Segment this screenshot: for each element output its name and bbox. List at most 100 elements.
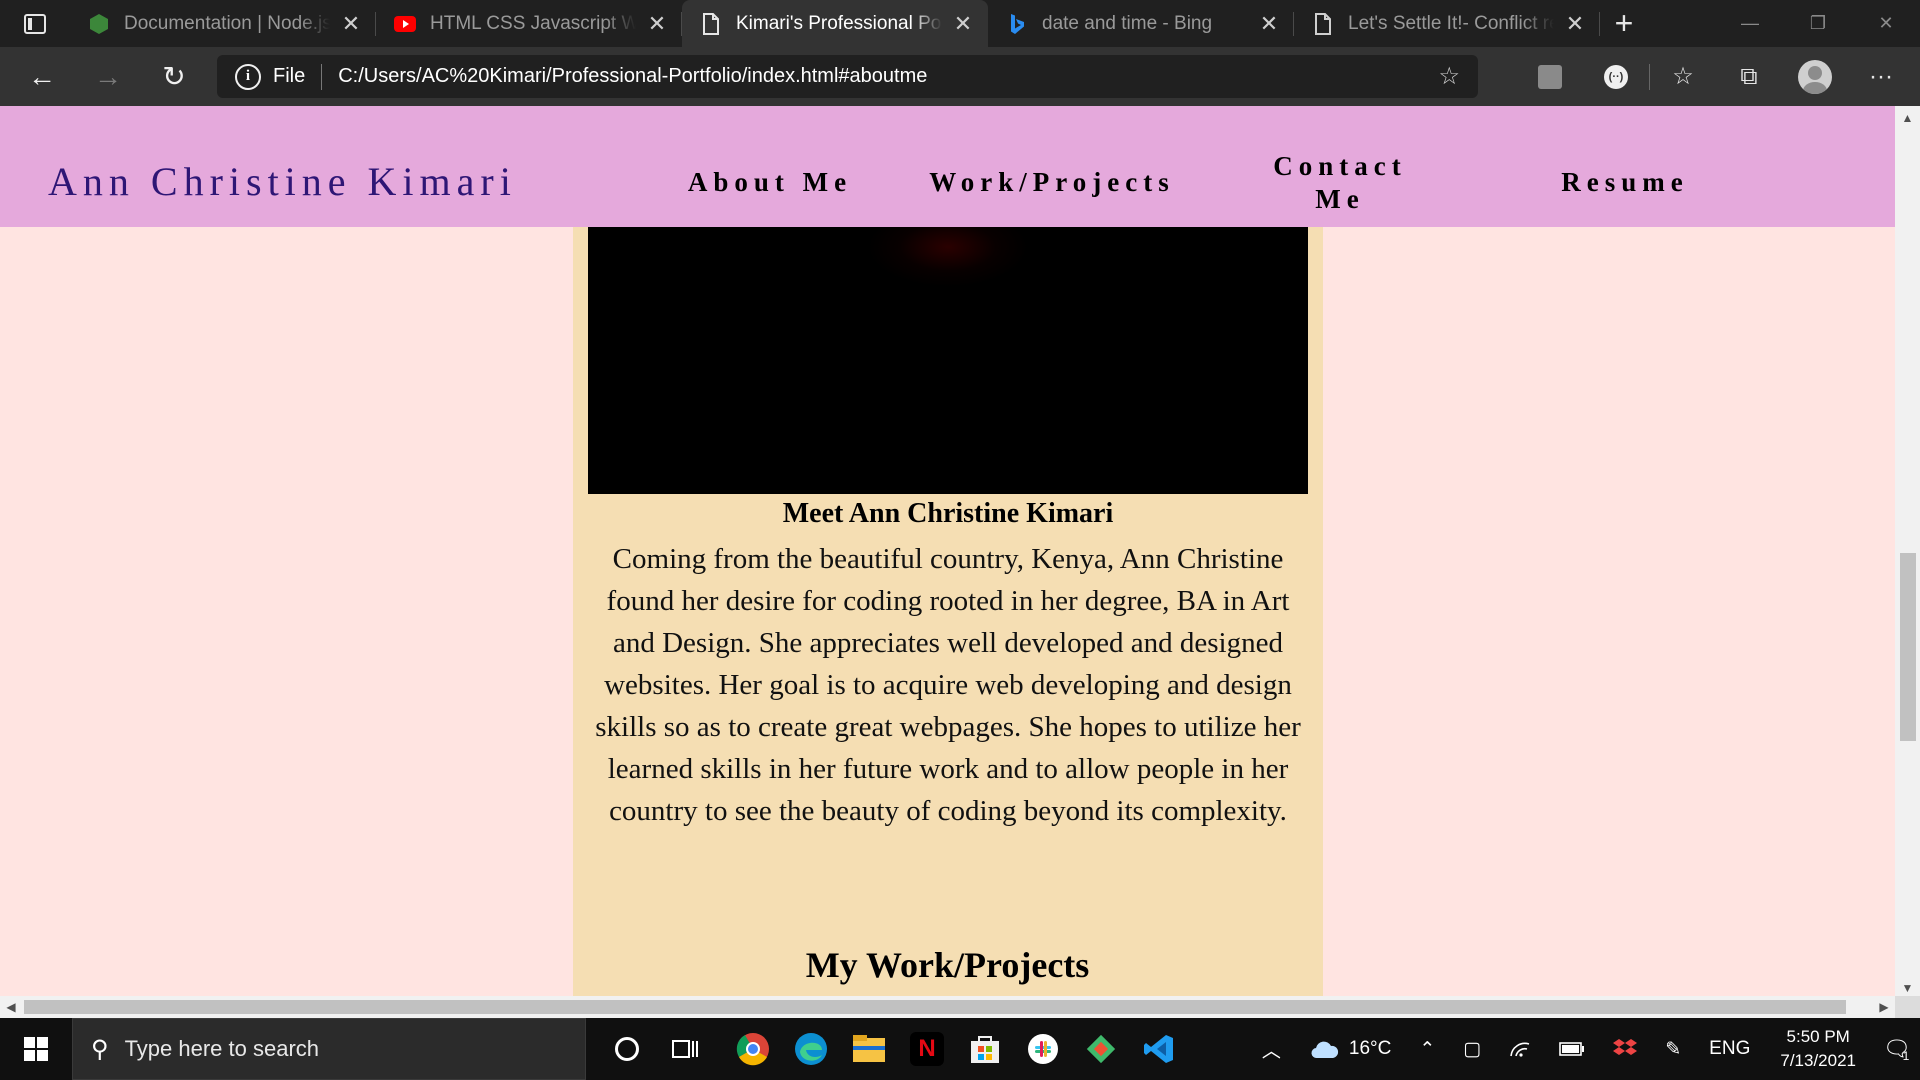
nav-link-contact[interactable]: Contact Me — [1265, 150, 1415, 216]
scroll-up-icon[interactable]: ▲ — [1895, 106, 1920, 130]
wifi-icon[interactable] — [1495, 1040, 1545, 1058]
cortana-button[interactable] — [598, 1018, 656, 1080]
vertical-scrollbar[interactable]: ▲ ▼ — [1895, 106, 1920, 1000]
tab-nodejs-docs[interactable]: Documentation | Node.js ✕ — [70, 0, 376, 47]
reload-button[interactable]: ↻ — [144, 47, 204, 106]
chrome-icon — [736, 1033, 769, 1066]
extension-icon: (··) — [1604, 64, 1628, 89]
close-tab-icon[interactable]: ✕ — [340, 11, 362, 37]
about-video[interactable] — [588, 227, 1308, 494]
slack-icon — [1028, 1034, 1058, 1064]
taskbar-app-chrome[interactable] — [724, 1018, 782, 1080]
extension-button[interactable] — [1517, 47, 1583, 106]
taskbar-app-slack[interactable] — [1014, 1018, 1072, 1080]
close-tab-icon[interactable]: ✕ — [952, 11, 974, 37]
file-explorer-icon — [853, 1035, 885, 1062]
extension-button[interactable]: (··) — [1583, 47, 1649, 106]
pen-icon[interactable]: ✎ — [1651, 1038, 1695, 1061]
tab-bing[interactable]: date and time - Bing ✕ — [988, 0, 1294, 47]
task-view-icon — [672, 1040, 698, 1058]
clock-time: 5:50 PM — [1786, 1027, 1850, 1046]
tray-chevron-icon[interactable]: ⌃ — [1405, 1038, 1449, 1061]
tab-conflict[interactable]: Let's Settle It!- Conflict res ✕ — [1294, 0, 1600, 47]
close-window-button[interactable]: ✕ — [1852, 0, 1920, 47]
url-text[interactable]: C:/Users/AC%20Kimari/Professional-Portfo… — [338, 65, 927, 88]
forward-button[interactable]: → — [78, 47, 138, 106]
git-icon — [1086, 1034, 1116, 1064]
browser-toolbar: ← → ↻ i File C:/Users/AC%20Kimari/Profes… — [0, 47, 1920, 106]
language-indicator[interactable]: ENG — [1695, 1038, 1764, 1060]
bing-icon — [1006, 13, 1028, 35]
task-view-button[interactable] — [656, 1018, 714, 1080]
new-tab-button[interactable]: + — [1600, 0, 1648, 47]
projects-heading: My Work/Projects — [805, 945, 1090, 985]
site-info-icon[interactable]: i — [235, 63, 261, 90]
netflix-icon: N — [910, 1032, 944, 1066]
dropbox-icon[interactable] — [1599, 1038, 1651, 1060]
cloud-icon — [1311, 1041, 1339, 1059]
favorites-button[interactable]: ☆ — [1650, 47, 1716, 106]
tab-title: Kimari's Professional Portf — [736, 12, 942, 34]
page-viewport: Meet Ann Christine Kimari Coming from th… — [0, 106, 1895, 1000]
nodejs-icon — [88, 13, 110, 35]
meet-now-icon[interactable]: ▢ — [1449, 1038, 1495, 1061]
tab-title: Let's Settle It!- Conflict res — [1348, 12, 1554, 34]
close-tab-icon[interactable]: ✕ — [646, 11, 668, 37]
clock-date: 7/13/2021 — [1780, 1051, 1856, 1070]
taskbar-app-netflix[interactable]: N — [898, 1018, 956, 1080]
about-heading: Meet Ann Christine Kimari — [782, 498, 1114, 529]
tab-youtube[interactable]: HTML CSS Javascript Web ✕ — [376, 0, 682, 47]
page-icon — [700, 12, 722, 35]
scroll-thumb[interactable] — [1900, 553, 1916, 741]
battery-icon[interactable] — [1545, 1042, 1599, 1056]
search-icon: ⚲ — [91, 1035, 109, 1063]
weather-temperature: 16°C — [1348, 1038, 1392, 1059]
tab-actions-button[interactable] — [0, 0, 70, 47]
taskbar-search[interactable]: ⚲ Type here to search — [72, 1018, 586, 1080]
tab-actions-icon — [24, 13, 46, 34]
weather-widget[interactable]: 16°C — [1295, 1038, 1405, 1060]
scroll-right-icon[interactable]: ▶ — [1873, 996, 1895, 1018]
taskbar-app-explorer[interactable] — [840, 1018, 898, 1080]
back-button[interactable]: ← — [12, 47, 72, 106]
scrollbar-corner — [1895, 996, 1920, 1018]
add-favorite-icon[interactable]: ☆ — [1438, 62, 1460, 91]
cortana-icon — [615, 1037, 639, 1061]
toolbar-right: (··) ☆ ⧉ ··· — [1517, 47, 1920, 106]
taskbar-app-vscode[interactable] — [1130, 1018, 1188, 1080]
address-bar[interactable]: i File C:/Users/AC%20Kimari/Professional… — [217, 55, 1478, 98]
start-button[interactable] — [0, 1018, 72, 1080]
scroll-thumb[interactable] — [24, 1000, 1846, 1014]
vscode-icon — [1144, 1035, 1173, 1063]
tab-portfolio[interactable]: Kimari's Professional Portf ✕ — [682, 0, 988, 47]
taskbar-app-git[interactable] — [1072, 1018, 1130, 1080]
notification-count: 1 — [1902, 1049, 1910, 1063]
edge-icon — [795, 1033, 827, 1065]
close-tab-icon[interactable]: ✕ — [1564, 11, 1586, 37]
nav-link-about[interactable]: About Me — [680, 166, 860, 199]
close-tab-icon[interactable]: ✕ — [1258, 11, 1280, 37]
taskbar-app-store[interactable] — [956, 1018, 1014, 1080]
minimize-button[interactable]: — — [1716, 0, 1784, 47]
horizontal-scrollbar[interactable]: ◀ ▶ — [0, 996, 1895, 1018]
more-menu-button[interactable]: ··· — [1848, 47, 1914, 106]
scheme-label: File — [273, 65, 306, 87]
scroll-left-icon[interactable]: ◀ — [0, 996, 22, 1018]
site-navbar: Ann Christine Kimari About Me Work/Proje… — [0, 106, 1895, 227]
notification-center-button[interactable]: 🗨 1 — [1872, 1018, 1920, 1080]
collections-button[interactable]: ⧉ — [1716, 47, 1782, 106]
profile-button[interactable] — [1782, 47, 1848, 106]
window-controls: — ❐ ✕ — [1716, 0, 1920, 47]
site-brand[interactable]: Ann Christine Kimari — [48, 158, 517, 205]
taskbar-clock[interactable]: 5:50 PM 7/13/2021 — [1764, 1025, 1872, 1073]
extension-icon — [1538, 64, 1562, 89]
about-text: Coming from the beautiful country, Kenya… — [595, 543, 1301, 827]
tab-title: date and time - Bing — [1042, 12, 1213, 34]
avatar — [1798, 59, 1832, 94]
nav-link-resume[interactable]: Resume — [1555, 166, 1695, 199]
taskbar-app-edge[interactable] — [782, 1018, 840, 1080]
tab-title: HTML CSS Javascript Web — [430, 12, 636, 34]
restore-button[interactable]: ❐ — [1784, 0, 1852, 47]
nav-link-work[interactable]: Work/Projects — [922, 166, 1182, 199]
tray-overflow-button[interactable]: ︿ — [1248, 1036, 1295, 1063]
